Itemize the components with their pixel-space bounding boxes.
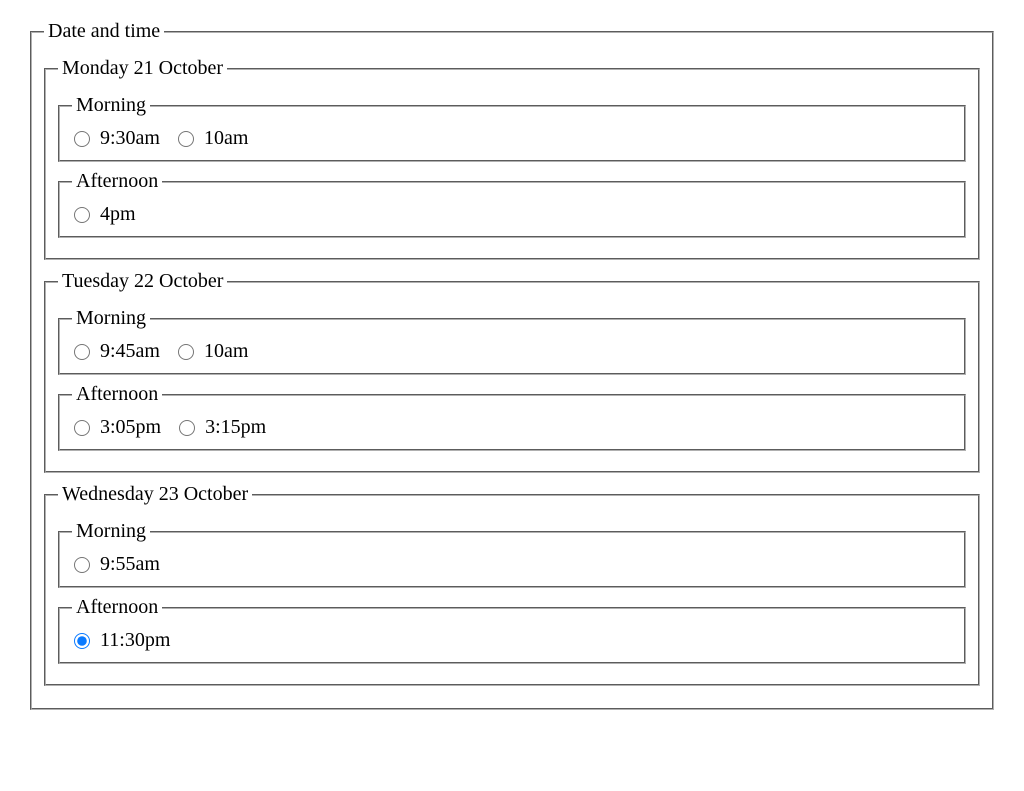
day-legend: Monday 21 October bbox=[58, 57, 227, 80]
time-slot[interactable]: 11:30pm bbox=[74, 629, 170, 652]
period-legend: Afternoon bbox=[72, 383, 162, 406]
slots-row: 11:30pm bbox=[72, 627, 952, 652]
time-slot[interactable]: 9:30am bbox=[74, 127, 160, 150]
time-slot[interactable]: 9:55am bbox=[74, 553, 160, 576]
time-slot-label: 4pm bbox=[100, 203, 136, 226]
time-slot[interactable]: 3:05pm bbox=[74, 416, 161, 439]
period-legend: Morning bbox=[72, 307, 150, 330]
time-slot-label: 11:30pm bbox=[100, 629, 170, 652]
time-slot[interactable]: 9:45am bbox=[74, 340, 160, 363]
day-legend: Wednesday 23 October bbox=[58, 483, 252, 506]
time-slot-label: 3:15pm bbox=[205, 416, 266, 439]
time-slot-radio[interactable] bbox=[178, 344, 194, 360]
day-fieldset: Monday 21 October Morning 9:30am 10am Af… bbox=[44, 57, 980, 260]
time-slot-radio[interactable] bbox=[74, 131, 90, 147]
period-fieldset-afternoon: Afternoon 3:05pm 3:15pm bbox=[58, 383, 966, 451]
day-fieldset: Wednesday 23 October Morning 9:55am Afte… bbox=[44, 483, 980, 686]
period-fieldset-morning: Morning 9:30am 10am bbox=[58, 94, 966, 162]
slots-row: 9:45am 10am bbox=[72, 338, 952, 363]
time-slot-radio[interactable] bbox=[74, 557, 90, 573]
period-legend: Afternoon bbox=[72, 170, 162, 193]
day-fieldset: Tuesday 22 October Morning 9:45am 10am A… bbox=[44, 270, 980, 473]
slots-row: 9:30am 10am bbox=[72, 125, 952, 150]
day-legend: Tuesday 22 October bbox=[58, 270, 227, 293]
period-legend: Morning bbox=[72, 94, 150, 117]
time-slot-label: 9:45am bbox=[100, 340, 160, 363]
period-fieldset-afternoon: Afternoon 4pm bbox=[58, 170, 966, 238]
period-fieldset-afternoon: Afternoon 11:30pm bbox=[58, 596, 966, 664]
slots-row: 4pm bbox=[72, 201, 952, 226]
time-slot-label: 10am bbox=[204, 127, 248, 150]
time-slot-radio[interactable] bbox=[178, 131, 194, 147]
time-slot-radio[interactable] bbox=[74, 633, 90, 649]
time-slot[interactable]: 3:15pm bbox=[179, 416, 266, 439]
time-slot-label: 9:55am bbox=[100, 553, 160, 576]
period-fieldset-morning: Morning 9:55am bbox=[58, 520, 966, 588]
slots-row: 9:55am bbox=[72, 551, 952, 576]
date-and-time-legend: Date and time bbox=[44, 20, 164, 43]
time-slot-radio[interactable] bbox=[74, 420, 90, 436]
time-slot-label: 9:30am bbox=[100, 127, 160, 150]
time-slot-label: 10am bbox=[204, 340, 248, 363]
time-slot-radio[interactable] bbox=[74, 344, 90, 360]
time-slot-radio[interactable] bbox=[74, 207, 90, 223]
date-and-time-fieldset: Date and time Monday 21 October Morning … bbox=[30, 20, 994, 710]
time-slot[interactable]: 10am bbox=[178, 340, 248, 363]
time-slot[interactable]: 4pm bbox=[74, 203, 136, 226]
time-slot-radio[interactable] bbox=[179, 420, 195, 436]
period-fieldset-morning: Morning 9:45am 10am bbox=[58, 307, 966, 375]
period-legend: Morning bbox=[72, 520, 150, 543]
slots-row: 3:05pm 3:15pm bbox=[72, 414, 952, 439]
time-slot[interactable]: 10am bbox=[178, 127, 248, 150]
period-legend: Afternoon bbox=[72, 596, 162, 619]
time-slot-label: 3:05pm bbox=[100, 416, 161, 439]
